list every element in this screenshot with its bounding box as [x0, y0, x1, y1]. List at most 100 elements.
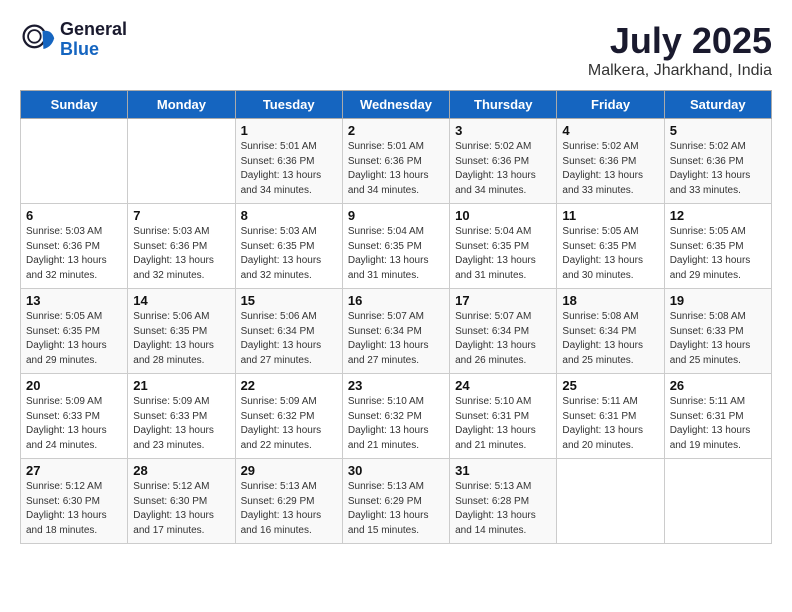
calendar-week-5: 27 Sunrise: 5:12 AM Sunset: 6:30 PM Dayli…	[21, 459, 772, 544]
day-number: 3	[455, 123, 551, 138]
day-number: 27	[26, 463, 122, 478]
day-info: Sunrise: 5:05 AM Sunset: 6:35 PM Dayligh…	[26, 310, 122, 368]
day-number: 2	[348, 123, 444, 138]
calendar-cell: 22 Sunrise: 5:09 AM Sunset: 6:32 PM Dayli…	[235, 374, 342, 459]
day-info: Sunrise: 5:02 AM Sunset: 6:36 PM Dayligh…	[455, 140, 551, 198]
day-info: Sunrise: 5:01 AM Sunset: 6:36 PM Dayligh…	[348, 140, 444, 198]
day-info: Sunrise: 5:08 AM Sunset: 6:33 PM Dayligh…	[670, 310, 766, 368]
calendar-cell: 16Sunrise: 5:07 AM Sunset: 6:34 PM Dayli…	[342, 289, 449, 374]
calendar-cell: 26Sunrise: 5:11 AM Sunset: 6:31 PM Dayli…	[664, 374, 771, 459]
calendar-week-1: 1 Sunrise: 5:01 AM Sunset: 6:36 PM Daylig…	[21, 119, 772, 204]
calendar-cell: 2 Sunrise: 5:01 AM Sunset: 6:36 PM Daylig…	[342, 119, 449, 204]
calendar-cell	[128, 119, 235, 204]
calendar-cell	[664, 459, 771, 544]
calendar-cell: 21 Sunrise: 5:09 AM Sunset: 6:33 PM Dayli…	[128, 374, 235, 459]
day-number: 12	[670, 208, 766, 223]
header-wednesday: Wednesday	[342, 91, 449, 119]
day-number: 24	[455, 378, 551, 393]
header-friday: Friday	[557, 91, 664, 119]
day-info: Sunrise: 5:13 AM Sunset: 6:28 PM Dayligh…	[455, 480, 551, 538]
calendar-cell: 10Sunrise: 5:04 AM Sunset: 6:35 PM Dayli…	[450, 204, 557, 289]
calendar-cell: 17 Sunrise: 5:07 AM Sunset: 6:34 PM Dayli…	[450, 289, 557, 374]
header-tuesday: Tuesday	[235, 91, 342, 119]
day-info: Sunrise: 5:08 AM Sunset: 6:34 PM Dayligh…	[562, 310, 658, 368]
day-number: 20	[26, 378, 122, 393]
day-info: Sunrise: 5:02 AM Sunset: 6:36 PM Dayligh…	[562, 140, 658, 198]
day-info: Sunrise: 5:06 AM Sunset: 6:35 PM Dayligh…	[133, 310, 229, 368]
day-number: 9	[348, 208, 444, 223]
calendar-header-row: SundayMondayTuesdayWednesdayThursdayFrid…	[21, 91, 772, 119]
day-number: 8	[241, 208, 337, 223]
calendar-cell	[21, 119, 128, 204]
day-info: Sunrise: 5:05 AM Sunset: 6:35 PM Dayligh…	[670, 225, 766, 283]
day-number: 6	[26, 208, 122, 223]
day-info: Sunrise: 5:06 AM Sunset: 6:34 PM Dayligh…	[241, 310, 337, 368]
calendar-cell: 8 Sunrise: 5:03 AM Sunset: 6:35 PM Daylig…	[235, 204, 342, 289]
calendar-cell: 7Sunrise: 5:03 AM Sunset: 6:36 PM Daylig…	[128, 204, 235, 289]
day-info: Sunrise: 5:03 AM Sunset: 6:36 PM Dayligh…	[26, 225, 122, 283]
calendar-cell	[557, 459, 664, 544]
calendar-cell: 1 Sunrise: 5:01 AM Sunset: 6:36 PM Daylig…	[235, 119, 342, 204]
calendar-cell: 15 Sunrise: 5:06 AM Sunset: 6:34 PM Dayli…	[235, 289, 342, 374]
day-info: Sunrise: 5:13 AM Sunset: 6:29 PM Dayligh…	[241, 480, 337, 538]
calendar-table: SundayMondayTuesdayWednesdayThursdayFrid…	[20, 90, 772, 544]
calendar-cell: 27Sunrise: 5:12 AM Sunset: 6:30 PM Dayli…	[21, 459, 128, 544]
day-number: 30	[348, 463, 444, 478]
calendar-cell: 3 Sunrise: 5:02 AM Sunset: 6:36 PM Daylig…	[450, 119, 557, 204]
logo-text: General Blue	[60, 20, 127, 60]
day-number: 4	[562, 123, 658, 138]
logo-general: General	[60, 19, 127, 39]
logo: General Blue	[20, 20, 127, 60]
day-number: 31	[455, 463, 551, 478]
day-number: 17	[455, 293, 551, 308]
calendar-week-4: 20 Sunrise: 5:09 AM Sunset: 6:33 PM Dayli…	[21, 374, 772, 459]
day-info: Sunrise: 5:07 AM Sunset: 6:34 PM Dayligh…	[348, 310, 444, 368]
header-saturday: Saturday	[664, 91, 771, 119]
calendar-cell: 4 Sunrise: 5:02 AM Sunset: 6:36 PM Daylig…	[557, 119, 664, 204]
page-header: General Blue July 2025 Malkera, Jharkhan…	[20, 20, 772, 80]
calendar-cell: 25Sunrise: 5:11 AM Sunset: 6:31 PM Dayli…	[557, 374, 664, 459]
calendar-cell: 6 Sunrise: 5:03 AM Sunset: 6:36 PM Daylig…	[21, 204, 128, 289]
day-info: Sunrise: 5:12 AM Sunset: 6:30 PM Dayligh…	[133, 480, 229, 538]
day-info: Sunrise: 5:09 AM Sunset: 6:33 PM Dayligh…	[26, 395, 122, 453]
calendar-cell: 20 Sunrise: 5:09 AM Sunset: 6:33 PM Dayli…	[21, 374, 128, 459]
day-info: Sunrise: 5:11 AM Sunset: 6:31 PM Dayligh…	[562, 395, 658, 453]
day-number: 23	[348, 378, 444, 393]
day-info: Sunrise: 5:04 AM Sunset: 6:35 PM Dayligh…	[348, 225, 444, 283]
day-number: 15	[241, 293, 337, 308]
calendar-cell: 23Sunrise: 5:10 AM Sunset: 6:32 PM Dayli…	[342, 374, 449, 459]
day-info: Sunrise: 5:13 AM Sunset: 6:29 PM Dayligh…	[348, 480, 444, 538]
calendar-cell: 12 Sunrise: 5:05 AM Sunset: 6:35 PM Dayli…	[664, 204, 771, 289]
header-monday: Monday	[128, 91, 235, 119]
day-info: Sunrise: 5:09 AM Sunset: 6:33 PM Dayligh…	[133, 395, 229, 453]
day-number: 11	[562, 208, 658, 223]
header-thursday: Thursday	[450, 91, 557, 119]
calendar-cell: 14Sunrise: 5:06 AM Sunset: 6:35 PM Dayli…	[128, 289, 235, 374]
title-block: July 2025 Malkera, Jharkhand, India	[588, 20, 772, 80]
day-number: 13	[26, 293, 122, 308]
day-number: 10	[455, 208, 551, 223]
calendar-cell: 30 Sunrise: 5:13 AM Sunset: 6:29 PM Dayli…	[342, 459, 449, 544]
logo-blue: Blue	[60, 39, 99, 59]
day-number: 5	[670, 123, 766, 138]
day-number: 22	[241, 378, 337, 393]
calendar-cell: 24Sunrise: 5:10 AM Sunset: 6:31 PM Dayli…	[450, 374, 557, 459]
header-sunday: Sunday	[21, 91, 128, 119]
day-info: Sunrise: 5:05 AM Sunset: 6:35 PM Dayligh…	[562, 225, 658, 283]
day-number: 28	[133, 463, 229, 478]
calendar-cell: 29 Sunrise: 5:13 AM Sunset: 6:29 PM Dayli…	[235, 459, 342, 544]
day-info: Sunrise: 5:07 AM Sunset: 6:34 PM Dayligh…	[455, 310, 551, 368]
day-info: Sunrise: 5:03 AM Sunset: 6:35 PM Dayligh…	[241, 225, 337, 283]
calendar-cell: 13 Sunrise: 5:05 AM Sunset: 6:35 PM Dayli…	[21, 289, 128, 374]
calendar-week-2: 6 Sunrise: 5:03 AM Sunset: 6:36 PM Daylig…	[21, 204, 772, 289]
day-number: 19	[670, 293, 766, 308]
calendar-cell: 31 Sunrise: 5:13 AM Sunset: 6:28 PM Dayli…	[450, 459, 557, 544]
day-info: Sunrise: 5:09 AM Sunset: 6:32 PM Dayligh…	[241, 395, 337, 453]
day-number: 21	[133, 378, 229, 393]
day-number: 1	[241, 123, 337, 138]
day-info: Sunrise: 5:01 AM Sunset: 6:36 PM Dayligh…	[241, 140, 337, 198]
day-info: Sunrise: 5:03 AM Sunset: 6:36 PM Dayligh…	[133, 225, 229, 283]
day-number: 18	[562, 293, 658, 308]
day-number: 29	[241, 463, 337, 478]
calendar-cell: 9 Sunrise: 5:04 AM Sunset: 6:35 PM Daylig…	[342, 204, 449, 289]
